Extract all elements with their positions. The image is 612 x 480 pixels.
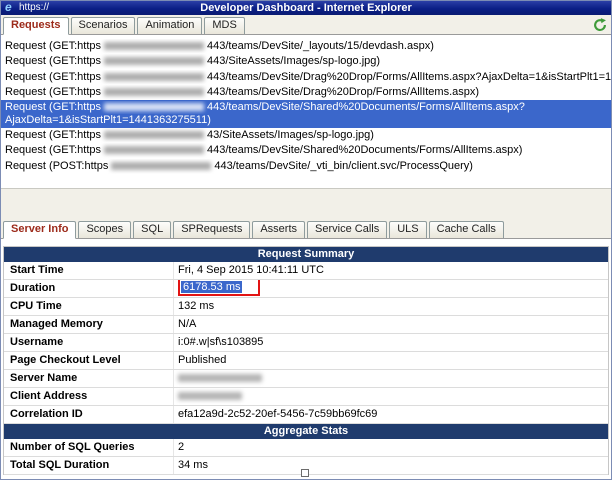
detail-tabstrip: Server Info Scopes SQL SPRequests Assert… <box>1 219 611 239</box>
row-label: Start Time <box>4 262 174 279</box>
primary-tabstrip: Requests Scenarios Animation MDS <box>1 15 611 35</box>
request-path-text: 443/SiteAssets/Images/sp-logo.jpg) <box>207 55 381 68</box>
table-row-duration: Duration 6178.53 ms <box>4 280 608 298</box>
tab-cache-calls[interactable]: Cache Calls <box>428 221 504 238</box>
row-value: 34 ms <box>178 459 208 471</box>
row-value: 132 ms <box>178 300 215 312</box>
tab-mds[interactable]: MDS <box>204 17 245 34</box>
tab-requests[interactable]: Requests <box>3 17 69 35</box>
redacted-host <box>104 57 204 66</box>
request-method-text: Request (GET:https <box>5 55 101 68</box>
table-row: Client Address <box>4 388 608 406</box>
request-method-text: Request (GET:https <box>5 70 101 83</box>
refresh-icon[interactable] <box>593 18 607 32</box>
redacted-host <box>104 42 204 50</box>
row-label: Correlation ID <box>4 406 174 423</box>
row-value: 6178.53 ms <box>174 280 608 297</box>
redacted-host <box>104 87 204 96</box>
row-value: Published <box>178 354 227 366</box>
tab-animation[interactable]: Animation <box>137 17 203 34</box>
row-value: i:0#.w|sf\s103895 <box>178 336 264 348</box>
redacted-host <box>104 72 204 81</box>
request-path-text: 443/teams/DevSite/Shared%20Documents/For… <box>207 144 523 157</box>
table-row: Page Checkout Level Published <box>4 352 608 370</box>
row-label: Managed Memory <box>4 316 174 333</box>
tab-asserts[interactable]: Asserts <box>252 221 306 238</box>
redacted-host <box>104 146 204 155</box>
tab-sql[interactable]: SQL <box>133 221 172 238</box>
tab-service-calls[interactable]: Service Calls <box>307 221 388 238</box>
highlighted-duration-value: 6178.53 ms <box>181 281 243 294</box>
redacted-host <box>111 161 212 170</box>
request-path-text: 443/teams/DevSite/Shared%20Documents/For… <box>207 101 525 114</box>
table-row: Managed Memory N/A <box>4 316 608 334</box>
request-method-text: Request (POST:https <box>5 159 109 172</box>
tab-sprequests[interactable]: SPRequests <box>173 221 251 238</box>
row-label: CPU Time <box>4 298 174 315</box>
row-value: efa12a9d-2c52-20ef-5456-7c59bb69fc69 <box>178 408 378 420</box>
annotation-red-box: 6178.53 ms <box>178 280 261 297</box>
window-title: Developer Dashboard - Internet Explorer <box>200 2 412 14</box>
row-label: Number of SQL Queries <box>4 439 174 456</box>
row-label: Client Address <box>4 388 174 405</box>
request-method-text: Request (GET:https <box>5 144 101 157</box>
summary-table: Request Summary Start Time Fri, 4 Sep 20… <box>3 246 609 475</box>
request-row-selected[interactable]: Request (GET:https 443/teams/DevSite/Shar… <box>1 100 611 129</box>
request-method-text: Request (GET:https <box>5 85 101 98</box>
section-header-request-summary: Request Summary <box>4 247 608 262</box>
redacted-value <box>178 374 262 383</box>
row-value: 2 <box>178 441 185 453</box>
section-header-aggregate-stats: Aggregate Stats <box>4 424 608 439</box>
titlebar: e https:// Developer Dashboard - Interne… <box>1 1 611 15</box>
row-value <box>174 370 608 387</box>
request-row[interactable]: Request (POST:https 443/teams/DevSite/_vt… <box>1 159 611 174</box>
row-value <box>174 388 608 405</box>
request-row[interactable]: Request (GET:https 443/teams/DevSite/Drag… <box>1 70 611 85</box>
redacted-value <box>178 392 242 401</box>
table-row: Correlation ID efa12a9d-2c52-20ef-5456-7… <box>4 406 608 424</box>
request-row[interactable]: Request (GET:https 443/teams/DevSite/_lay… <box>1 39 611 54</box>
request-row[interactable]: Request (GET:https 443/teams/DevSite/Drag… <box>1 85 611 100</box>
resize-handle[interactable] <box>301 469 309 477</box>
request-path-text: 443/teams/DevSite/_vti_bin/client.svc/Pr… <box>214 159 473 172</box>
request-row[interactable]: Request (GET:https 43/SiteAssets/Images/s… <box>1 128 611 143</box>
request-method-text: Request (GET:https <box>5 129 101 142</box>
row-value: N/A <box>178 318 197 330</box>
tab-server-info[interactable]: Server Info <box>3 221 77 239</box>
detail-panel: Request Summary Start Time Fri, 4 Sep 20… <box>1 239 611 479</box>
section-gap <box>1 188 611 220</box>
request-method-text: Request (GET:https <box>5 101 101 114</box>
row-value: Fri, 4 Sep 2015 10:41:11 UTC <box>178 264 324 276</box>
row-label: Server Name <box>4 370 174 387</box>
tab-scopes[interactable]: Scopes <box>78 221 132 238</box>
request-path-text: 43/SiteAssets/Images/sp-logo.jpg) <box>207 129 374 142</box>
request-path-text: 443/teams/DevSite/Drag%20Drop/Forms/AllI… <box>207 85 480 98</box>
table-row: Start Time Fri, 4 Sep 2015 10:41:11 UTC <box>4 262 608 280</box>
request-list: Request (GET:https 443/teams/DevSite/_lay… <box>1 35 611 188</box>
row-label: Page Checkout Level <box>4 352 174 369</box>
row-label: Username <box>4 334 174 351</box>
redacted-host <box>104 103 204 112</box>
table-row: Number of SQL Queries 2 <box>4 439 608 457</box>
request-row[interactable]: Request (GET:https 443/teams/DevSite/Shar… <box>1 143 611 158</box>
tab-uls[interactable]: ULS <box>389 221 427 238</box>
row-label: Total SQL Duration <box>4 457 174 474</box>
table-row: Username i:0#.w|sf\s103895 <box>4 334 608 352</box>
request-path-text: 443/teams/DevSite/_layouts/15/devdash.as… <box>207 40 434 52</box>
table-row: Server Name <box>4 370 608 388</box>
request-path-text: AjaxDelta=1&isStartPlt1=1441363275511) <box>5 113 211 126</box>
tab-scenarios[interactable]: Scenarios <box>70 17 136 34</box>
request-method-text: Request (GET:https <box>5 40 101 52</box>
request-path-text: 443/teams/DevSite/Drag%20Drop/Forms/AllI… <box>207 70 611 83</box>
developer-dashboard-window: e https:// Developer Dashboard - Interne… <box>0 0 612 480</box>
titlebar-url-text: https:// <box>19 2 50 13</box>
request-row[interactable]: Request (GET:https 443/SiteAssets/Images/… <box>1 54 611 69</box>
table-row: CPU Time 132 ms <box>4 298 608 316</box>
redacted-host <box>104 131 204 140</box>
row-label: Duration <box>4 280 174 297</box>
